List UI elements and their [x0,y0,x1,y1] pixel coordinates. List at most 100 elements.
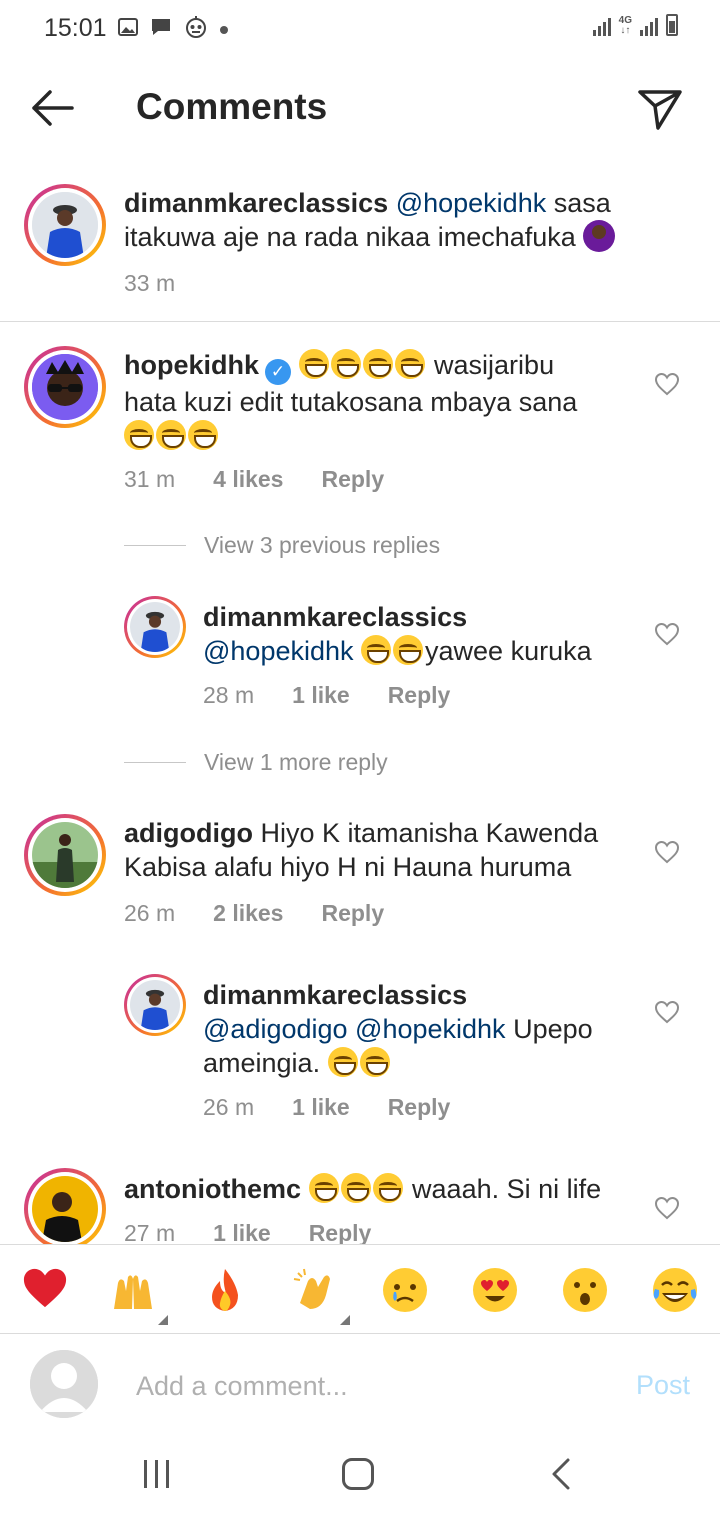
avatar[interactable] [24,814,106,896]
laughing-emoji-icon [372,1173,403,1203]
reply-item: dimanmkareclassics @hopekidhk yawee kuru… [0,594,720,714]
avatar[interactable] [24,346,106,428]
likes-count[interactable]: 2 likes [213,900,283,927]
heart-icon[interactable] [654,840,680,864]
divider [0,321,720,322]
likes-count[interactable]: 1 like [292,682,350,709]
caption-comment: dimanmkareclassics @hopekidhk sasa itaku… [0,180,720,310]
system-nav-bar [0,1434,720,1520]
reply-button[interactable]: Reply [388,1094,451,1121]
heart-icon[interactable] [654,1000,680,1024]
laughing-emoji-icon [308,1173,339,1203]
likes-count[interactable]: 4 likes [213,466,283,493]
comment-meta: 27 m 1 like Reply [124,1220,371,1244]
status-time: 15:01 [44,14,107,42]
comment-text: Upepo [505,1014,593,1044]
battery-icon [666,14,678,36]
reply-item: dimanmkareclassics @adigodigo @hopekidhk… [0,972,720,1122]
comment-body: dimanmkareclassics @adigodigo @hopekidhk… [203,978,643,1080]
comment-text: sasa [546,188,611,218]
comment-body: hopekidhk ✓ wasijaribu hata kuzi edit tut… [124,348,644,453]
view-more-replies[interactable]: View 1 more reply [124,749,388,776]
avatar[interactable] [124,596,186,658]
reply-button[interactable]: Reply [321,900,384,927]
view-replies-label: View 1 more reply [204,749,388,775]
heart-eyes-reaction[interactable] [470,1265,520,1315]
network-type: 4G ↓↑ [618,15,632,36]
laughing-emoji-icon [340,1173,371,1203]
comment-time: 26 m [124,900,176,926]
nav-back-icon[interactable] [546,1456,576,1492]
laughing-emoji-icon [298,349,329,379]
view-previous-replies[interactable]: View 3 previous replies [124,532,440,559]
header: Comments [0,70,720,150]
comment-meta: 26 m 2 likes Reply [124,900,384,927]
laughing-emoji-icon [188,420,218,450]
current-user-avatar [30,1350,98,1418]
surprised-face-reaction[interactable] [560,1265,610,1315]
comment-mention[interactable]: @hopekidhk [203,636,354,666]
comment-composer: Post [0,1334,720,1434]
reply-button[interactable]: Reply [388,682,451,709]
laughing-emoji-icon [330,349,361,379]
reply-button[interactable]: Reply [321,466,384,493]
avatar[interactable] [24,184,106,266]
comment-meta: 31 m 4 likes Reply [124,466,384,493]
heart-icon[interactable] [654,1196,680,1220]
comment-body: dimanmkareclassics @hopekidhk sasa itaku… [124,186,684,254]
comment-text: yawee kuruka [425,636,592,666]
fire-reaction[interactable] [200,1265,250,1315]
heart-icon[interactable] [654,622,680,646]
comment-time: 33 m [124,270,176,296]
comment-text: Hiyo K itamanisha Kawenda [252,818,599,848]
likes-count[interactable]: 1 like [213,1220,271,1244]
comment-input[interactable] [136,1366,576,1406]
comment-username[interactable]: dimanmkareclassics [203,602,467,632]
crying-face-reaction[interactable] [380,1265,430,1315]
comment-mention[interactable]: @hopekidhk [396,188,547,218]
system-status-icons: 4G ↓↑ [592,14,678,36]
laughing-emoji-icon [394,349,425,379]
dot-icon [220,21,228,39]
laughing-emoji-icon [124,420,154,450]
comment-time: 31 m [124,466,176,492]
comment-time: 28 m [203,682,255,708]
paper-plane-icon[interactable] [636,86,684,134]
notification-icons [118,16,228,43]
comment-body: antoniothemc waaah. Si ni life [124,1172,644,1206]
laughing-emoji-icon [327,1047,358,1077]
status-bar: 15:01 4G ↓↑ [0,0,720,56]
reply-button[interactable]: Reply [309,1220,372,1244]
arrow-left-icon[interactable] [28,86,76,130]
clapping-hands-reaction[interactable] [290,1265,350,1325]
comment-meta: 33 m [124,270,175,297]
image-icon [118,18,138,41]
signal-icon-2 [640,16,658,36]
comment-mention[interactable]: @adigodigo [203,1014,348,1044]
view-replies-label: View 3 previous replies [204,532,441,558]
comment-username[interactable]: adigodigo [124,818,253,848]
comment-text: wasijaribu [426,350,555,380]
comment-text-line3: ameingia. [203,1048,321,1078]
recents-icon[interactable] [144,1460,169,1488]
heart-icon[interactable] [654,372,680,396]
avatar[interactable] [24,1168,106,1244]
comment-body: adigodigo Hiyo K itamanisha Kawenda Kabi… [124,816,644,884]
comment-username[interactable]: antoniothemc [124,1174,301,1204]
red-heart-reaction[interactable] [20,1265,70,1315]
comment-text-line2: Kabisa alafu hiyo H ni Hauna huruma [124,852,572,882]
raising-hands-reaction[interactable] [108,1265,168,1325]
comment-username[interactable]: hopekidhk [124,350,259,380]
post-button[interactable]: Post [636,1370,690,1401]
comment-username[interactable]: dimanmkareclassics [203,980,467,1010]
comment-mention[interactable]: @hopekidhk [355,1014,506,1044]
home-icon[interactable] [342,1458,374,1490]
page-title: Comments [136,86,328,127]
comment-text: waaah. Si ni life [404,1174,602,1204]
likes-count[interactable]: 1 like [292,1094,350,1121]
tears-of-joy-reaction[interactable] [650,1265,700,1315]
comment-meta: 28 m 1 like Reply [203,682,450,709]
comment-username[interactable]: dimanmkareclassics [124,188,388,218]
avatar[interactable] [124,974,186,1036]
comment-text-line2: hata kuzi edit tutakosana mbaya sana [124,387,578,417]
